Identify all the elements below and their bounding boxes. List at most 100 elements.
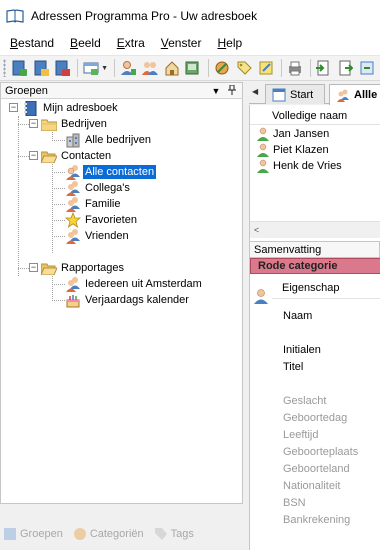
address-book-icon <box>6 8 24 24</box>
tree-node-contacten[interactable]: Contacten <box>41 148 113 164</box>
toolbar-grip[interactable] <box>3 59 6 77</box>
add-contact-icon[interactable] <box>119 59 137 78</box>
document-tabstrip: ◀ Start Allle <box>249 82 380 105</box>
groups-pane-title: Groepen <box>5 84 48 97</box>
pin-icon[interactable] <box>226 84 238 97</box>
toolbar-separator <box>114 59 115 77</box>
tree-line <box>52 140 65 141</box>
summary-title: Samenvatting <box>254 243 322 256</box>
toolbar-separator <box>208 59 210 77</box>
category-badge: Rode categorie <box>250 258 380 274</box>
tree-node-root[interactable]: Mijn adresboek <box>23 100 120 116</box>
collapse-bedrijven-icon[interactable]: − <box>29 119 38 128</box>
tree-label: Alle bedrijven <box>85 134 152 146</box>
menu-extra[interactable]: Extra <box>111 33 151 53</box>
tab-label: Tags <box>170 528 194 540</box>
tab-groepen[interactable]: Groepen <box>3 527 63 541</box>
list-row-contact[interactable]: Jan Jansen <box>250 126 329 142</box>
collapse-contacten-icon[interactable]: − <box>29 151 38 160</box>
tree-label: Iedereen uit Amsterdam <box>85 278 202 290</box>
groups-pane: Groepen ▼ − − − − Mijn adresboek Bedrijv… <box>0 82 243 550</box>
property-label: Bankrekening <box>283 514 351 526</box>
tree-line <box>52 164 53 253</box>
save-address-book-icon[interactable] <box>54 59 72 78</box>
column-header-volledige-naam[interactable]: Volledige naam <box>250 107 380 125</box>
tree-label: Familie <box>85 198 121 210</box>
tree-line <box>52 220 65 221</box>
add-group-icon[interactable] <box>141 59 159 78</box>
tree-node-amsterdam[interactable]: Iedereen uit Amsterdam <box>65 276 204 292</box>
groups-tree: − − − − Mijn adresboek Bedrijven Alle be… <box>0 99 243 504</box>
tree-node-alle-bedrijven[interactable]: Alle bedrijven <box>65 132 153 148</box>
sync-icon[interactable] <box>358 59 376 78</box>
list-row-contact[interactable]: Henk de Vries <box>250 158 342 174</box>
tab-label: Start <box>290 88 314 101</box>
tab-alle-contacten[interactable]: Allle <box>329 84 380 105</box>
toolbar-separator <box>77 59 79 77</box>
dropdown-arrow-icon[interactable]: ▼ <box>101 65 108 72</box>
folder-open-icon <box>41 260 57 276</box>
contact-name: Piet Klazen <box>273 144 329 156</box>
property-label: Geboortedag <box>283 412 348 424</box>
view-icon[interactable] <box>82 59 100 78</box>
tab-label: Groepen <box>20 528 63 540</box>
property-label: Geboorteplaats <box>283 446 359 458</box>
tree-node-collegas[interactable]: Collega's <box>65 180 132 196</box>
property-label: Leeftijd <box>283 429 319 441</box>
tab-label: Allle <box>354 89 378 101</box>
property-label: Naam <box>283 310 313 322</box>
add-company-icon[interactable] <box>163 59 181 78</box>
tree-node-bedrijven[interactable]: Bedrijven <box>41 116 109 132</box>
tree-node-alle-contacten[interactable]: Alle contacten <box>65 164 158 180</box>
print-icon[interactable] <box>286 59 304 78</box>
import-icon[interactable] <box>315 59 333 78</box>
tree-line <box>52 204 65 205</box>
edit-icon[interactable] <box>185 59 203 78</box>
scroll-left-icon[interactable]: < <box>254 225 259 235</box>
contacts-group-icon <box>65 196 81 212</box>
tree-node-vrienden[interactable]: Vrienden <box>65 228 131 244</box>
toolbar: ▼ <box>0 55 380 81</box>
menu-venster[interactable]: Venster <box>155 33 208 53</box>
note-icon[interactable] <box>257 59 275 78</box>
toolbar-separator <box>280 59 282 77</box>
contact-person-icon <box>256 159 270 173</box>
category-icon[interactable] <box>213 59 231 78</box>
menu-beeld[interactable]: Beeld <box>64 33 107 53</box>
birthday-cake-icon <box>65 292 81 308</box>
menu-bestand[interactable]: Bestand <box>4 33 60 53</box>
horizontal-scrollbar[interactable]: < <box>250 221 380 238</box>
new-address-book-icon[interactable] <box>10 59 28 78</box>
start-page-icon <box>272 88 286 102</box>
collapse-root-icon[interactable]: − <box>9 103 18 112</box>
tree-node-favorieten[interactable]: Favorieten <box>65 212 139 228</box>
open-address-book-icon[interactable] <box>32 59 50 78</box>
contact-photo-icon <box>253 288 271 306</box>
toolbar-separator <box>309 59 311 77</box>
property-column-header: Eigenschap <box>272 277 380 299</box>
tag-icon[interactable] <box>235 59 253 78</box>
tab-tags[interactable]: Tags <box>154 527 194 541</box>
contact-name: Henk de Vries <box>273 160 342 172</box>
tree-node-rapportages[interactable]: Rapportages <box>41 260 126 276</box>
tree-line <box>52 276 53 301</box>
menu-help[interactable]: Help <box>211 33 248 53</box>
tree-label: Favorieten <box>85 214 137 226</box>
tree-node-verjaardags[interactable]: Verjaardags kalender <box>65 292 191 308</box>
tree-node-familie[interactable]: Familie <box>65 196 122 212</box>
tab-scroll-left-icon[interactable]: ◀ <box>252 87 262 99</box>
tree-label: Verjaardags kalender <box>85 294 189 306</box>
tab-start[interactable]: Start <box>265 84 325 104</box>
tab-categorien[interactable]: Categoriën <box>73 527 144 541</box>
collapse-rapportages-icon[interactable]: − <box>29 263 38 272</box>
export-icon[interactable] <box>336 59 354 78</box>
tree-label: Contacten <box>61 150 112 162</box>
property-label: Nationaliteit <box>283 480 341 492</box>
tree-label: Bedrijven <box>61 118 107 130</box>
tree-label-selected: Alle contacten <box>81 164 158 180</box>
pane-bottom-tabs: Groepen Categoriën Tags <box>0 523 243 545</box>
tree-label: Mijn adresboek <box>43 102 118 114</box>
list-row-contact[interactable]: Piet Klazen <box>250 142 329 158</box>
contacts-group-icon <box>65 164 81 180</box>
pane-menu-icon[interactable]: ▼ <box>210 86 222 96</box>
